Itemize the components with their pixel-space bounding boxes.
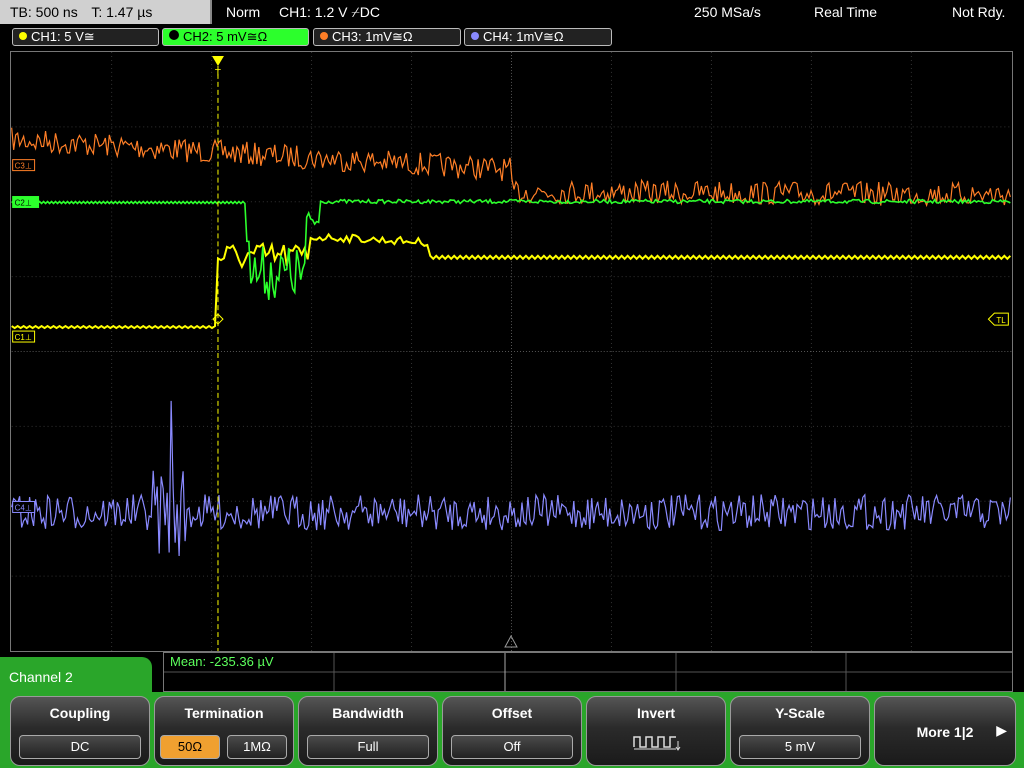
ch2-label: CH2: 5 mV≅Ω <box>183 29 268 44</box>
measurement-grid <box>164 653 1012 691</box>
y-scale-label: Y-Scale <box>775 705 825 721</box>
termination-softkey[interactable]: Termination 50Ω 1MΩ <box>154 696 294 766</box>
c1-ground-marker[interactable]: C1⊥ <box>12 330 36 343</box>
ch4-waveform <box>11 400 1011 557</box>
ch3-label: CH3: 1mV≅Ω <box>332 29 413 44</box>
status-bar: Norm CH1: 1.2 V ⌿DC 250 MSa/s Real Time … <box>214 0 1024 24</box>
bandwidth-label: Bandwidth <box>332 705 404 721</box>
sample-rate: 250 MSa/s <box>694 4 761 20</box>
more-label: More 1|2 <box>916 724 974 740</box>
svg-text:C1⊥: C1⊥ <box>15 333 32 342</box>
svg-text:C4⊥: C4⊥ <box>15 503 32 512</box>
mean-measurement: Mean: -235.36 µV <box>170 654 274 669</box>
coupling-softkey[interactable]: Coupling DC <box>10 696 150 766</box>
termination-label: Termination <box>184 705 264 721</box>
ready-state: Not Rdy. <box>952 4 1006 20</box>
timebase-readout[interactable]: TB: 500 ns T: 1.47 µs <box>0 0 212 24</box>
trigger-pos-arrow-icon <box>212 55 224 66</box>
c4-ground-marker[interactable]: C4⊥ <box>12 501 36 513</box>
acquisition-mode: Real Time <box>814 4 878 20</box>
svg-text:C2⊥: C2⊥ <box>15 198 32 207</box>
svg-text:C3⊥: C3⊥ <box>15 162 32 171</box>
coupling-label: Coupling <box>49 705 111 721</box>
svg-text:TL: TL <box>996 316 1006 325</box>
right-arrow-icon: ▶ <box>996 722 1007 738</box>
termination-50ohm-option[interactable]: 50Ω <box>160 735 220 759</box>
graticule <box>11 52 1012 651</box>
trigger-position-marker[interactable]: T <box>212 55 224 79</box>
trigger-setting[interactable]: CH1: 1.2 V ⌿DC <box>279 0 380 24</box>
trigger-mode[interactable]: Norm <box>226 0 260 24</box>
ch2-chip[interactable]: CH2: 5 mV≅Ω <box>162 28 309 46</box>
offset-softkey[interactable]: Offset Off <box>442 696 582 766</box>
y-scale-value: 5 mV <box>739 735 861 759</box>
trigger-time-value: T: 1.47 µs <box>91 4 153 20</box>
ch1-label: CH1: 5 V≅ <box>31 29 95 44</box>
center-marker-icon <box>504 635 518 648</box>
waveform-display[interactable]: T C3⊥ C2⊥ C1⊥ C4⊥ TL <box>10 51 1013 652</box>
ch1-waveform <box>11 232 1012 330</box>
ch3-chip[interactable]: CH3: 1mV≅Ω <box>313 28 461 46</box>
offset-value: Off <box>451 735 573 759</box>
ch4-color-dot <box>471 32 479 40</box>
menu-title-tab: Channel 2 <box>0 657 152 693</box>
measurement-panel <box>163 652 1013 692</box>
bandwidth-value: Full <box>307 735 429 759</box>
trigger-pos-label: T <box>215 68 221 79</box>
timebase-value: TB: 500 ns <box>10 4 78 20</box>
c3-ground-marker[interactable]: C3⊥ <box>12 159 36 172</box>
ch2-color-dot <box>169 30 179 40</box>
coupling-value: DC <box>19 735 141 759</box>
ch1-chip[interactable]: CH1: 5 V≅ <box>12 28 159 46</box>
ch3-color-dot <box>320 32 328 40</box>
y-scale-softkey[interactable]: Y-Scale 5 mV <box>730 696 870 766</box>
invert-waveform-icon <box>633 736 681 751</box>
ch1-color-dot <box>19 32 27 40</box>
invert-softkey[interactable]: Invert <box>586 696 726 766</box>
more-softkey[interactable]: More 1|2 ▶ <box>874 696 1016 766</box>
c2-ground-marker[interactable]: C2⊥ <box>12 196 40 208</box>
invert-label: Invert <box>636 705 676 721</box>
bandwidth-softkey[interactable]: Bandwidth Full <box>298 696 438 766</box>
ch4-chip[interactable]: CH4: 1mV≅Ω <box>464 28 612 46</box>
termination-1mohm-option[interactable]: 1MΩ <box>227 735 287 759</box>
trigger-level-marker[interactable]: TL <box>987 312 1009 326</box>
offset-label: Offset <box>491 705 533 721</box>
ch4-label: CH4: 1mV≅Ω <box>483 29 564 44</box>
